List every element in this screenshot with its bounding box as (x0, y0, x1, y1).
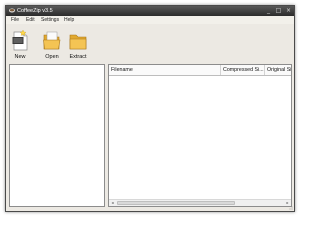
column-header-filename[interactable]: Filename (109, 65, 221, 75)
column-header-original-size[interactable]: Original Size (265, 65, 291, 75)
open-folder-icon (43, 31, 61, 50)
close-button[interactable]: × (284, 6, 293, 15)
scroll-left-arrow[interactable]: ◂ (109, 200, 116, 206)
menu-file[interactable]: File (11, 16, 19, 24)
menu-edit[interactable]: Edit (26, 16, 35, 24)
minimize-button[interactable]: _ (264, 6, 273, 15)
file-list-pane[interactable]: Filename Compressed Si... Original Size … (108, 64, 292, 207)
menu-bar: File Edit Settings Help (6, 16, 294, 24)
open-button[interactable]: Open (41, 28, 63, 62)
resize-grip-icon[interactable] (288, 205, 293, 210)
extract-folder-icon (69, 34, 87, 50)
maximize-button[interactable]: □ (274, 6, 283, 15)
extract-button-label: Extract (69, 54, 87, 60)
column-header-compressed-size[interactable]: Compressed Si... (221, 65, 265, 75)
new-button-label: New (14, 54, 26, 60)
folder-tree-pane[interactable] (9, 64, 105, 207)
menu-help[interactable]: Help (64, 16, 74, 24)
extract-button[interactable]: Extract (66, 28, 90, 62)
toolbar: New Open Extract (6, 24, 294, 64)
new-archive-icon (12, 29, 28, 51)
coffee-cup-icon (9, 8, 15, 13)
menu-settings[interactable]: Settings (41, 16, 59, 24)
file-list-header: Filename Compressed Si... Original Size (109, 65, 291, 76)
window-title: CoffeeZip v3.5 (17, 8, 53, 14)
title-bar[interactable]: CoffeeZip v3.5 _ □ × (6, 6, 294, 16)
horizontal-scrollbar[interactable]: ◂ ▸ (109, 199, 291, 206)
scroll-thumb[interactable] (117, 201, 235, 205)
open-button-label: Open (45, 54, 59, 60)
new-button[interactable]: New (9, 28, 31, 62)
app-window: CoffeeZip v3.5 _ □ × File Edit Settings … (5, 5, 295, 212)
